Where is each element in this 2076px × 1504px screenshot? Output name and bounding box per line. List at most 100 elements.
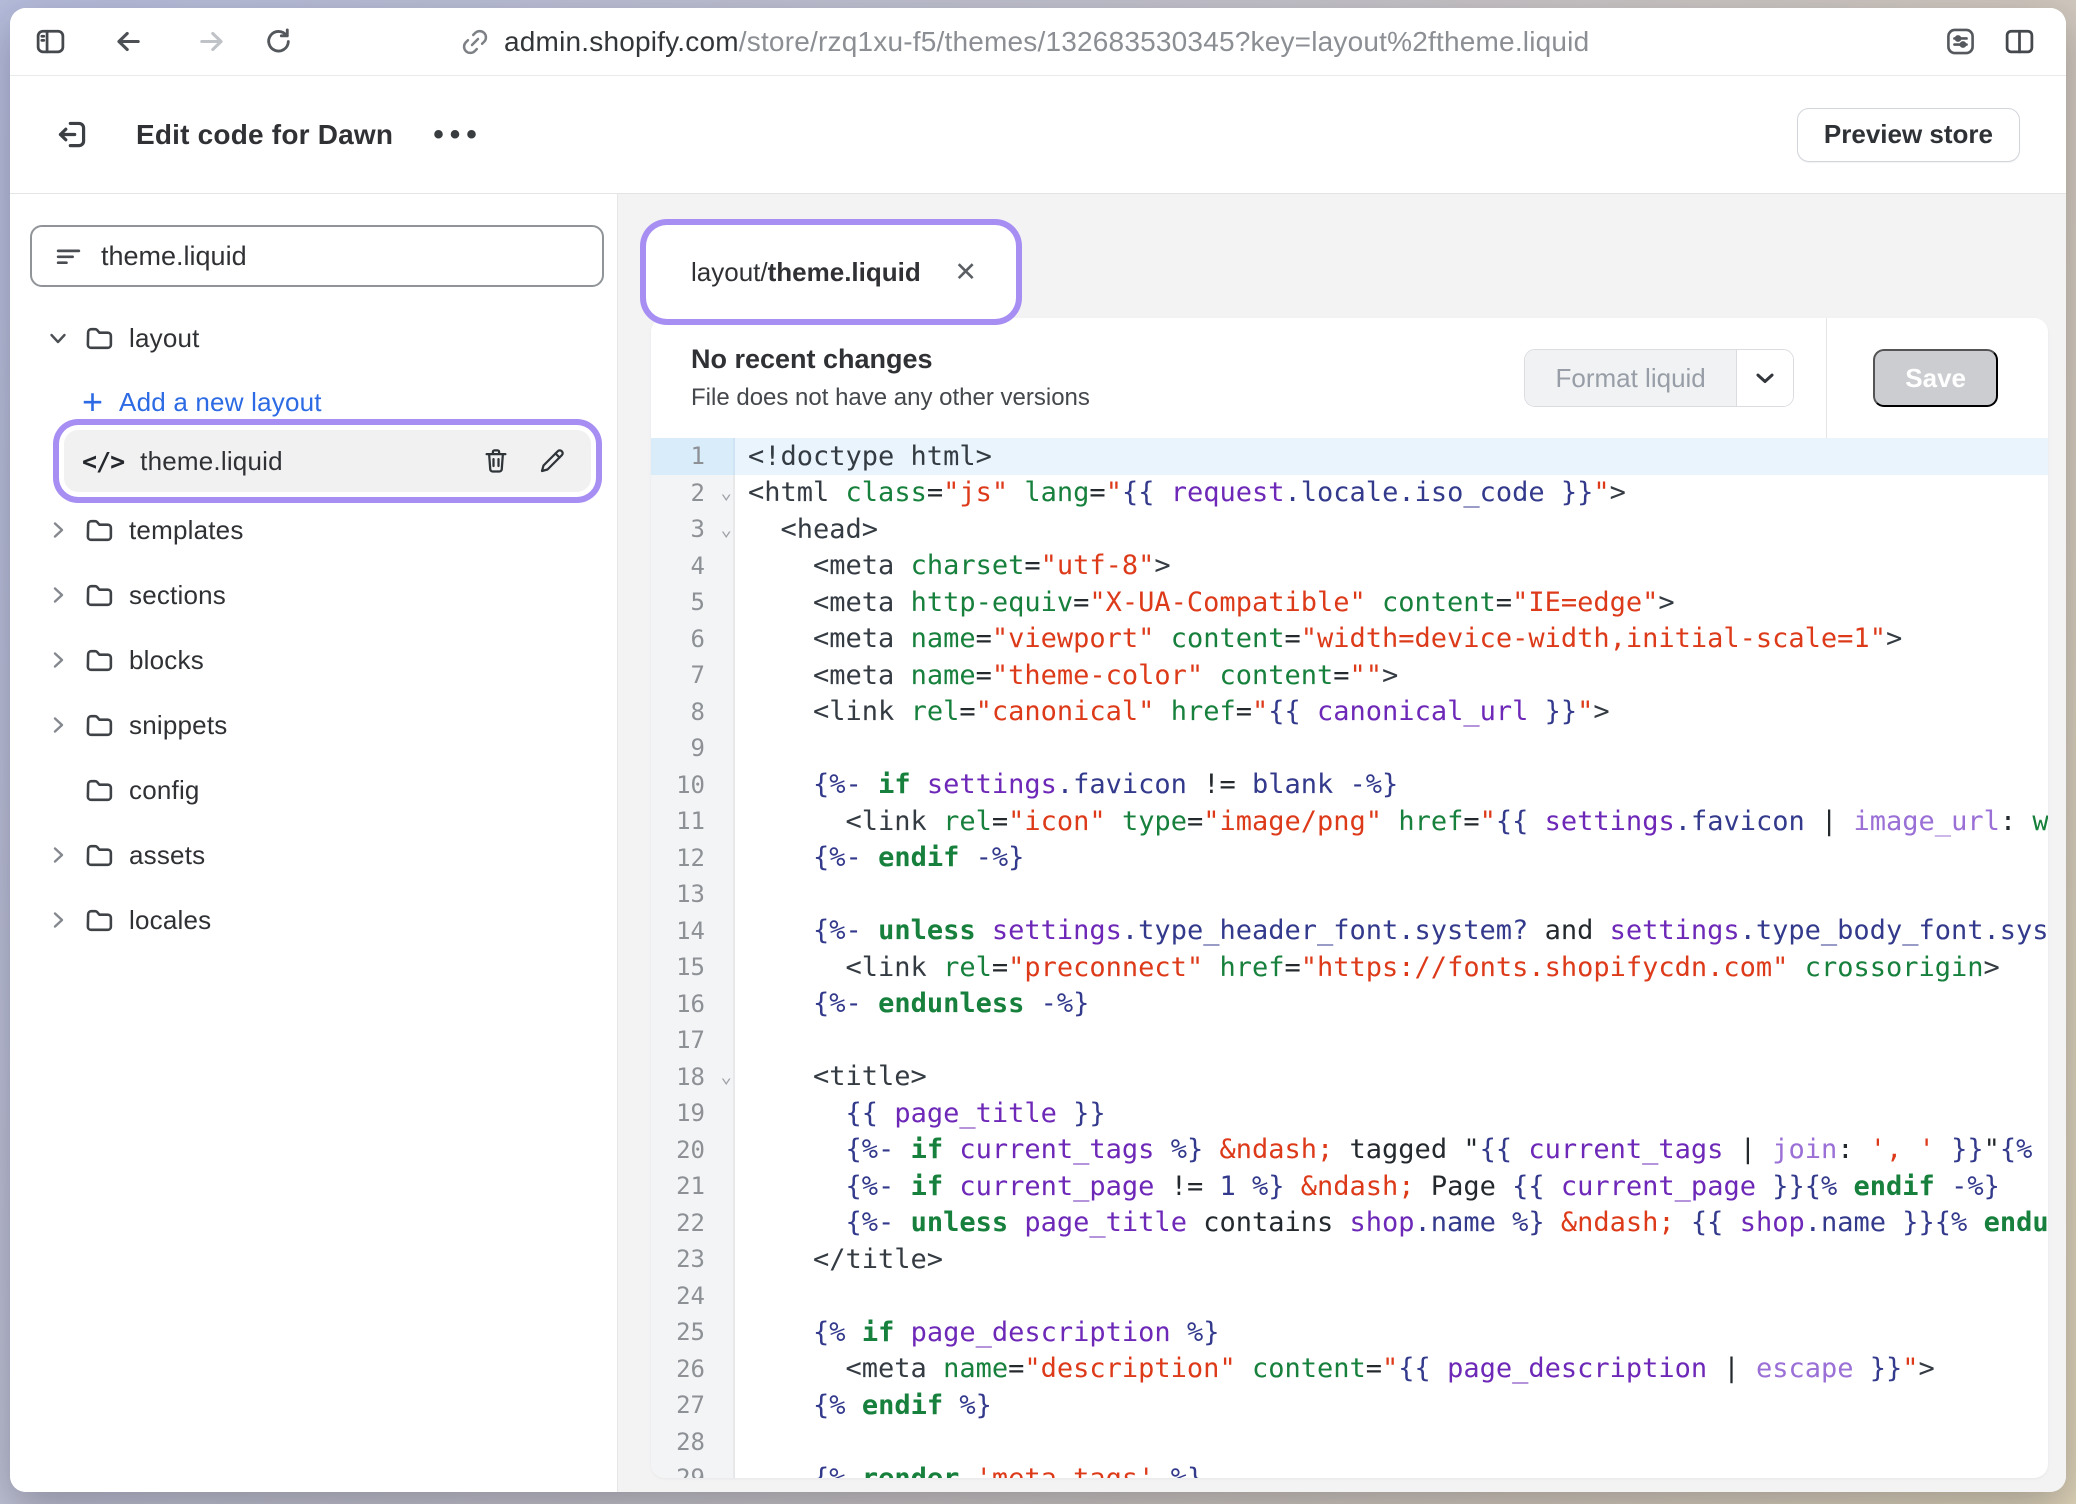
- code-line[interactable]: 4 <meta charset="utf-8">: [651, 548, 2048, 585]
- code-line[interactable]: 29 {% render 'meta-tags' %}: [651, 1460, 2048, 1478]
- code-line-text: {%- endunless -%}: [735, 988, 1089, 1019]
- preview-store-button[interactable]: Preview store: [1797, 108, 2020, 162]
- code-line-text: <!doctype html>: [735, 441, 992, 472]
- chevron-right-icon[interactable]: [46, 713, 70, 737]
- reload-button[interactable]: [263, 26, 294, 57]
- code-line[interactable]: 3⌄ <head>: [651, 511, 2048, 548]
- code-line[interactable]: 6 <meta name="viewport" content="width=d…: [651, 621, 2048, 658]
- forward-button[interactable]: [196, 26, 227, 57]
- chevron-right-icon[interactable]: [46, 908, 70, 932]
- line-number-gutter: 23: [651, 1241, 735, 1278]
- link-icon: [460, 27, 490, 57]
- fold-toggle-icon[interactable]: ⌄: [721, 484, 732, 503]
- code-line[interactable]: 27 {% endif %}: [651, 1387, 2048, 1424]
- code-line-text: <meta name="viewport" content="width=dev…: [735, 623, 1902, 654]
- sidebar-item-templates[interactable]: templates: [10, 510, 617, 550]
- search-input[interactable]: [99, 240, 602, 273]
- chevron-down-icon[interactable]: [46, 326, 70, 350]
- page-title: Edit code for Dawn: [136, 119, 393, 151]
- code-line[interactable]: 19 {{ page_title }}: [651, 1095, 2048, 1132]
- code-line-text: <meta http-equiv="X-UA-Compatible" conte…: [735, 587, 1675, 618]
- code-line[interactable]: 10 {%- if settings.favicon != blank -%}: [651, 767, 2048, 804]
- line-number-gutter: 29: [651, 1460, 735, 1478]
- delete-icon[interactable]: [481, 446, 511, 476]
- address-bar[interactable]: admin.shopify.com/store/rzq1xu-f5/themes…: [504, 26, 1589, 58]
- add-new-layout-button[interactable]: +Add a new layout: [10, 382, 617, 422]
- editor-header: No recent changes File does not have any…: [651, 318, 2048, 438]
- code-lines: 1<!doctype html>2⌄<html class="js" lang=…: [651, 438, 2048, 1478]
- sidebar-item-snippets[interactable]: snippets: [10, 705, 617, 745]
- browser-toolbar: admin.shopify.com/store/rzq1xu-f5/themes…: [10, 8, 2066, 76]
- code-line[interactable]: 26 <meta name="description" content="{{ …: [651, 1351, 2048, 1388]
- code-line-text: <link rel="canonical" href="{{ canonical…: [735, 696, 1610, 727]
- code-line[interactable]: 14 {%- unless settings.type_header_font.…: [651, 913, 2048, 950]
- split-view-icon[interactable]: [2003, 25, 2036, 58]
- close-tab-icon[interactable]: ✕: [954, 257, 977, 288]
- line-number-gutter: 24: [651, 1278, 735, 1315]
- file-search-box[interactable]: [30, 225, 604, 287]
- save-button[interactable]: Save: [1873, 349, 1998, 407]
- status-title: No recent changes: [691, 344, 1090, 375]
- chevron-right-icon[interactable]: [46, 518, 70, 542]
- fold-toggle-icon[interactable]: ⌄: [721, 520, 732, 539]
- code-line-text: {% render 'meta-tags' %}: [735, 1463, 1203, 1478]
- sidebar-item-locales[interactable]: locales: [10, 900, 617, 940]
- sidebar-item-assets[interactable]: assets: [10, 835, 617, 875]
- sidebar-item-sections[interactable]: sections: [10, 575, 617, 615]
- line-number-gutter: 6: [651, 621, 735, 658]
- code-line[interactable]: 21 {%- if current_page != 1 %} &ndash; P…: [651, 1168, 2048, 1205]
- sidebar-item-layout[interactable]: layout: [10, 318, 617, 358]
- code-line[interactable]: 5 <meta http-equiv="X-UA-Compatible" con…: [651, 584, 2048, 621]
- folder-label: blocks: [129, 645, 204, 676]
- format-liquid-button[interactable]: Format liquid: [1524, 349, 1793, 407]
- page-settings-icon[interactable]: [1944, 25, 1977, 58]
- chevron-right-icon[interactable]: [46, 648, 70, 672]
- fold-toggle-icon[interactable]: ⌄: [721, 1068, 732, 1087]
- sidebar-item-config[interactable]: config: [10, 770, 617, 810]
- code-line[interactable]: 2⌄<html class="js" lang="{{ request.loca…: [651, 475, 2048, 512]
- header-divider: [1826, 318, 1828, 438]
- code-line[interactable]: 24: [651, 1278, 2048, 1315]
- code-line[interactable]: 23 </title>: [651, 1241, 2048, 1278]
- line-number-gutter: 14: [651, 913, 735, 950]
- sidebar-item-theme.liquid-selected[interactable]: </>theme.liquid: [64, 430, 591, 492]
- code-line[interactable]: 13: [651, 876, 2048, 913]
- code-line[interactable]: 20 {%- if current_tags %} &ndash; tagged…: [651, 1132, 2048, 1169]
- code-line[interactable]: 17: [651, 1022, 2048, 1059]
- code-line[interactable]: 15 <link rel="preconnect" href="https://…: [651, 949, 2048, 986]
- code-line[interactable]: 25 {% if page_description %}: [651, 1314, 2048, 1351]
- sidebar-toggle-icon[interactable]: [34, 25, 67, 58]
- code-line-text: <link rel="icon" type="image/png" href="…: [735, 806, 2048, 837]
- code-line[interactable]: 8 <link rel="canonical" href="{{ canonic…: [651, 694, 2048, 731]
- chevron-right-icon[interactable]: [46, 583, 70, 607]
- code-line[interactable]: 18⌄ <title>: [651, 1059, 2048, 1096]
- sidebar-item-blocks[interactable]: blocks: [10, 640, 617, 680]
- tab-theme-liquid[interactable]: layout/theme.liquid ✕: [651, 230, 1011, 314]
- code-line-text: <head>: [735, 514, 878, 545]
- line-number-gutter: 26: [651, 1351, 735, 1388]
- code-line-text: <link rel="preconnect" href="https://fon…: [735, 952, 2000, 983]
- code-line[interactable]: 12 {%- endif -%}: [651, 840, 2048, 877]
- line-number-gutter: 3⌄: [651, 511, 735, 548]
- code-line-text: {%- endif -%}: [735, 842, 1024, 873]
- add-layout-label: Add a new layout: [119, 387, 322, 418]
- more-menu-button[interactable]: •••: [433, 118, 483, 152]
- folder-label: snippets: [129, 710, 227, 741]
- code-line[interactable]: 11 <link rel="icon" type="image/png" hre…: [651, 803, 2048, 840]
- code-line[interactable]: 7 <meta name="theme-color" content="">: [651, 657, 2048, 694]
- code-line[interactable]: 22 {%- unless page_title contains shop.n…: [651, 1205, 2048, 1242]
- back-button[interactable]: [113, 26, 144, 57]
- exit-editor-button[interactable]: [55, 117, 90, 152]
- folder-label: locales: [129, 905, 211, 936]
- edit-icon[interactable]: [537, 446, 567, 476]
- code-editor[interactable]: 1<!doctype html>2⌄<html class="js" lang=…: [651, 438, 2048, 1478]
- chevron-right-icon[interactable]: [46, 843, 70, 867]
- code-line[interactable]: 16 {%- endunless -%}: [651, 986, 2048, 1023]
- line-number-gutter: 19: [651, 1095, 735, 1132]
- code-line[interactable]: 28: [651, 1424, 2048, 1461]
- line-number-gutter: 10: [651, 767, 735, 804]
- code-line[interactable]: 1<!doctype html>: [651, 438, 2048, 475]
- format-liquid-dropdown[interactable]: [1736, 350, 1793, 406]
- code-line[interactable]: 9: [651, 730, 2048, 767]
- format-liquid-label[interactable]: Format liquid: [1525, 350, 1735, 406]
